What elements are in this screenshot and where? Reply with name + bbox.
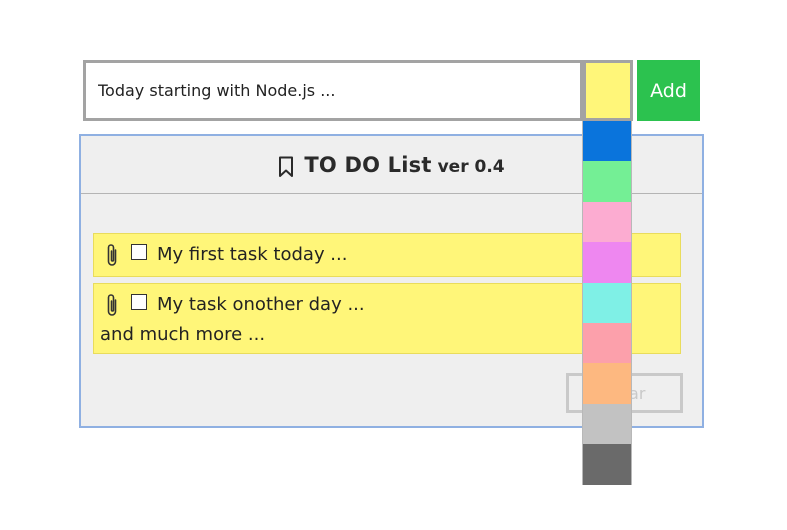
color-select[interactable] [583,60,633,121]
version-label: ver 0.4 [437,156,505,177]
add-button[interactable]: Add [637,60,700,121]
color-option[interactable] [583,282,631,323]
task-line: My task onother day ... [105,292,365,318]
task-continuation: and much more ... [100,324,266,345]
task-input[interactable] [83,60,583,121]
page-title: TO DO List [304,152,432,177]
color-option[interactable] [583,322,631,364]
bookmark-icon [278,156,294,178]
color-option[interactable] [583,242,631,283]
color-option[interactable] [583,363,631,404]
task-checkbox[interactable] [131,294,147,310]
color-option[interactable] [583,161,631,202]
color-option[interactable] [583,201,631,243]
color-option[interactable] [583,403,631,445]
todo-app: Add TO DO List ver 0.4 My first task tod… [0,0,787,530]
color-option[interactable] [583,444,631,485]
task-text: My task onother day ... [157,293,365,315]
color-option[interactable] [583,121,631,162]
task-text: My first task today ... [157,243,348,265]
color-dropdown [582,121,632,485]
task-line: My first task today ... [105,242,347,268]
paperclip-icon[interactable] [105,242,119,268]
task-checkbox[interactable] [131,244,147,260]
paperclip-icon[interactable] [105,292,119,318]
